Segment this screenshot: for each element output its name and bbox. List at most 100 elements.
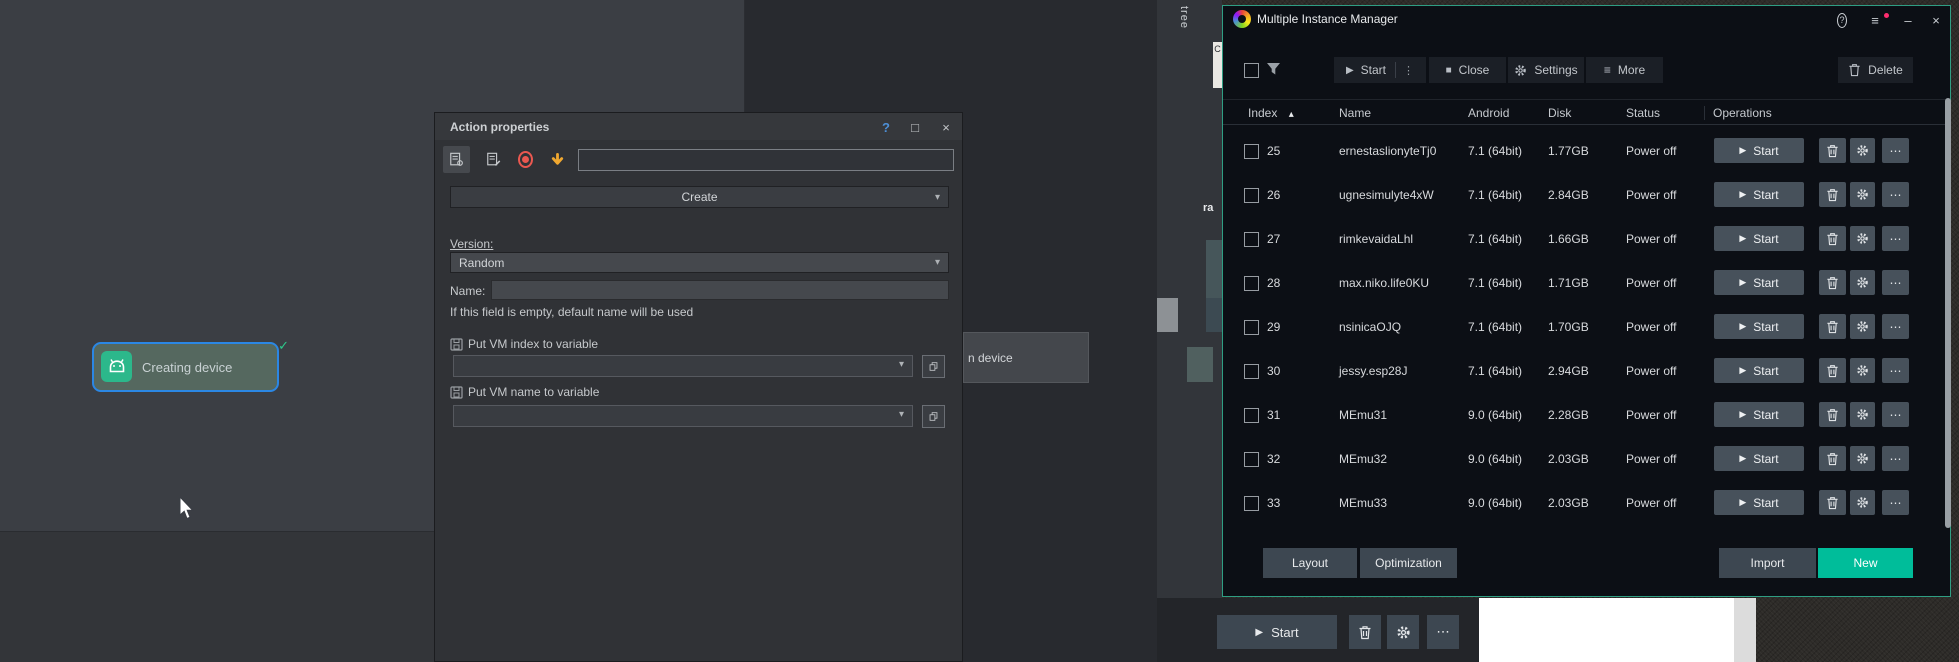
row-gear-icon[interactable]	[1850, 270, 1875, 295]
row-more-icon[interactable]: ⋯	[1882, 490, 1909, 515]
column-disk[interactable]: Disk	[1548, 106, 1571, 120]
row-start-button[interactable]: ▶ Start	[1714, 270, 1804, 295]
select-all-checkbox[interactable]	[1244, 63, 1259, 78]
row-start-button[interactable]: ▶ Start	[1714, 358, 1804, 383]
row-trash-icon[interactable]	[1819, 446, 1846, 471]
row-more-icon[interactable]: ⋯	[1882, 358, 1909, 383]
row-trash-icon[interactable]	[1819, 358, 1846, 383]
row-start-button[interactable]: ▶ Start	[1714, 226, 1804, 251]
row-trash-icon[interactable]	[1819, 226, 1846, 251]
screen: tree C ra n device Creating device ✓ Act…	[0, 0, 1959, 662]
row-trash-icon[interactable]	[1819, 402, 1846, 427]
row-gear-icon[interactable]	[1850, 314, 1875, 339]
settings-button[interactable]: Settings	[1508, 57, 1584, 83]
copy-icon[interactable]	[922, 405, 945, 428]
row-start-button[interactable]: ▶ Start	[1714, 402, 1804, 427]
properties-tab-icon[interactable]	[443, 146, 470, 173]
row-more-icon[interactable]: ⋯	[1882, 182, 1909, 207]
gear-icon[interactable]	[1387, 615, 1419, 649]
column-name[interactable]: Name	[1339, 106, 1371, 120]
row-gear-icon[interactable]	[1850, 402, 1875, 427]
trash-icon[interactable]	[1349, 615, 1381, 649]
menu-icon[interactable]: ≡	[1864, 12, 1886, 28]
background-instance-row: ▶ Start ⋯	[1157, 598, 1479, 662]
edit-script-icon[interactable]	[480, 146, 507, 173]
row-checkbox[interactable]	[1244, 452, 1259, 467]
maximize-icon[interactable]: □	[904, 118, 926, 136]
column-operations[interactable]: Operations	[1704, 106, 1772, 120]
row-gear-icon[interactable]	[1850, 182, 1875, 207]
row-start-button[interactable]: ▶ Start	[1714, 182, 1804, 207]
more-icon[interactable]: ⋯	[1427, 615, 1459, 649]
table-row: 31 MEmu31 9.0 (64bit) 2.28GB Power off ▶…	[1223, 393, 1950, 437]
search-input[interactable]	[578, 149, 954, 171]
row-trash-icon[interactable]	[1819, 270, 1846, 295]
layout-button[interactable]: Layout	[1263, 548, 1357, 578]
mouse-cursor	[179, 495, 197, 524]
row-checkbox[interactable]	[1244, 364, 1259, 379]
cell-disk: 2.94GB	[1548, 364, 1589, 378]
row-start-button[interactable]: ▶ Start	[1714, 314, 1804, 339]
row-gear-icon[interactable]	[1850, 138, 1875, 163]
close-icon[interactable]: ×	[935, 118, 957, 136]
action-node-creating-device[interactable]: Creating device ✓	[92, 338, 289, 392]
vm-index-combo[interactable]: ▾	[453, 355, 913, 377]
row-more-icon[interactable]: ⋯	[1882, 314, 1909, 339]
action-select[interactable]: Create ▾	[450, 186, 949, 208]
vm-name-row: Put VM name to variable	[450, 385, 599, 399]
row-more-icon[interactable]: ⋯	[1882, 138, 1909, 163]
row-checkbox[interactable]	[1244, 232, 1259, 247]
row-more-icon[interactable]: ⋯	[1882, 402, 1909, 427]
column-status[interactable]: Status	[1626, 106, 1660, 120]
background-start-button[interactable]: ▶ Start	[1217, 615, 1337, 649]
vm-name-combo[interactable]: ▾	[453, 405, 913, 427]
vm-index-label: Put VM index to variable	[468, 337, 599, 351]
row-start-button[interactable]: ▶ Start	[1714, 446, 1804, 471]
row-checkbox[interactable]	[1244, 188, 1259, 203]
row-checkbox[interactable]	[1244, 320, 1259, 335]
down-arrow-icon[interactable]	[544, 146, 571, 173]
help-icon[interactable]: ?	[1831, 12, 1853, 28]
row-trash-icon[interactable]	[1819, 314, 1846, 339]
row-gear-icon[interactable]	[1850, 226, 1875, 251]
optimization-button[interactable]: Optimization	[1360, 548, 1457, 578]
row-gear-icon[interactable]	[1850, 358, 1875, 383]
import-button[interactable]: Import	[1719, 548, 1816, 578]
row-gear-icon[interactable]	[1850, 490, 1875, 515]
row-start-button[interactable]: ▶ Start	[1714, 490, 1804, 515]
cell-status: Power off	[1626, 496, 1677, 510]
name-input[interactable]	[491, 280, 949, 300]
filter-icon[interactable]	[1266, 62, 1281, 79]
row-more-icon[interactable]: ⋯	[1882, 446, 1909, 471]
new-button[interactable]: New	[1818, 548, 1913, 578]
row-more-icon[interactable]: ⋯	[1882, 270, 1909, 295]
help-icon[interactable]: ?	[875, 118, 897, 136]
start-button[interactable]: ▶ Start ⋮	[1334, 57, 1426, 83]
row-checkbox[interactable]	[1244, 144, 1259, 159]
column-index[interactable]: Index ▴	[1248, 106, 1294, 120]
close-icon[interactable]: ×	[1925, 12, 1947, 28]
table-scrollbar[interactable]	[1945, 98, 1951, 528]
version-select[interactable]: Random ▾	[450, 252, 949, 273]
vm-name-label: Put VM name to variable	[468, 385, 600, 399]
delete-button[interactable]: Delete	[1838, 57, 1913, 83]
row-gear-icon[interactable]	[1850, 446, 1875, 471]
row-more-icon[interactable]: ⋯	[1882, 226, 1909, 251]
close-instances-button[interactable]: ■ Close	[1429, 57, 1506, 83]
cell-name: ugnesimulyte4xW	[1339, 188, 1434, 202]
row-start-button[interactable]: ▶ Start	[1714, 138, 1804, 163]
occluded-scrollbar-thumb[interactable]	[1187, 347, 1213, 382]
column-android[interactable]: Android	[1468, 106, 1509, 120]
row-checkbox[interactable]	[1244, 496, 1259, 511]
row-trash-icon[interactable]	[1819, 138, 1846, 163]
row-checkbox[interactable]	[1244, 276, 1259, 291]
minimize-icon[interactable]: –	[1897, 12, 1919, 28]
record-icon[interactable]	[512, 146, 539, 173]
cell-name: nsinicaOJQ	[1339, 320, 1402, 334]
row-trash-icon[interactable]	[1819, 182, 1846, 207]
copy-icon[interactable]	[922, 355, 945, 378]
row-checkbox[interactable]	[1244, 408, 1259, 423]
more-button[interactable]: ≡ More	[1586, 57, 1663, 83]
tree-tab[interactable]: tree	[1178, 6, 1190, 29]
row-trash-icon[interactable]	[1819, 490, 1846, 515]
